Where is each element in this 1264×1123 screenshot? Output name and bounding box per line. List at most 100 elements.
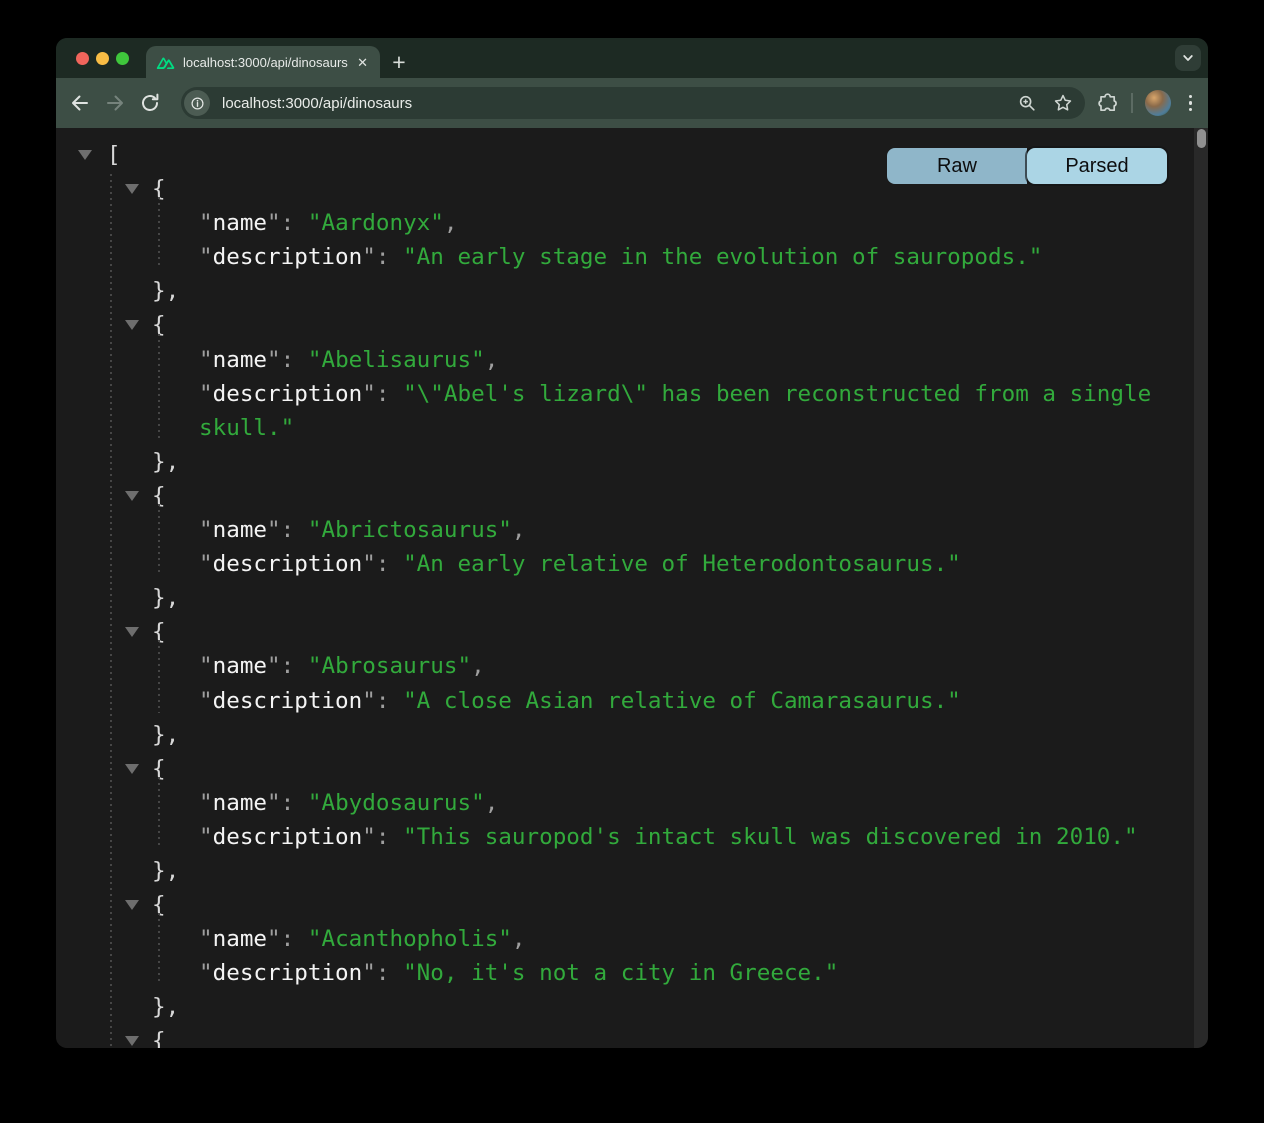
kebab-dot bbox=[1189, 95, 1193, 99]
toolbar-divider bbox=[1131, 93, 1133, 113]
json-token: : bbox=[281, 347, 308, 373]
json-token: : bbox=[281, 926, 308, 952]
tab-search-chevron-button[interactable] bbox=[1175, 45, 1201, 71]
json-token: : bbox=[376, 960, 403, 986]
json-token: " bbox=[267, 926, 281, 952]
browser-toolbar: localhost:3000/api/dinosaurs bbox=[56, 78, 1208, 128]
json-line: "description": "This sauropod's intact s… bbox=[56, 820, 1182, 854]
object-open-brace: { bbox=[152, 1028, 166, 1048]
raw-toggle-button[interactable]: Raw bbox=[887, 148, 1027, 184]
scrollbar-track[interactable] bbox=[1194, 128, 1208, 1048]
maximize-window-button[interactable] bbox=[116, 52, 129, 65]
tab-close-icon[interactable]: ✕ bbox=[355, 54, 370, 71]
json-line: { bbox=[56, 308, 1182, 342]
kebab-dot bbox=[1189, 108, 1193, 112]
json-token: , bbox=[485, 347, 499, 373]
collapse-triangle-icon[interactable] bbox=[125, 491, 139, 501]
browser-menu-button[interactable] bbox=[1185, 91, 1197, 116]
json-line: "name": "Abrosaurus", bbox=[56, 649, 1182, 683]
collapse-triangle-icon[interactable] bbox=[78, 150, 92, 160]
json-key: name bbox=[213, 517, 267, 543]
json-line: { bbox=[56, 479, 1182, 513]
json-object-body: "name": "Abrictosaurus","description": "… bbox=[56, 513, 1182, 581]
json-token: " bbox=[199, 381, 213, 407]
json-line: { bbox=[56, 752, 1182, 786]
extensions-button[interactable] bbox=[1097, 92, 1119, 114]
json-token: " bbox=[267, 347, 281, 373]
json-token: : bbox=[281, 210, 308, 236]
back-button[interactable] bbox=[68, 91, 92, 115]
collapse-triangle-icon[interactable] bbox=[125, 320, 139, 330]
json-line: "description": "An early stage in the ev… bbox=[56, 240, 1182, 274]
profile-avatar[interactable] bbox=[1145, 90, 1171, 116]
json-line: "description": "\"Abel's lizard\" has be… bbox=[56, 377, 1182, 445]
collapse-triangle-icon[interactable] bbox=[125, 900, 139, 910]
json-token: , bbox=[471, 653, 485, 679]
json-key: description bbox=[213, 244, 363, 270]
json-entry: {"name": "Abelisaurus","description": "\… bbox=[56, 308, 1182, 478]
json-token: : bbox=[376, 551, 403, 577]
json-key: description bbox=[213, 551, 363, 577]
kebab-dot bbox=[1189, 101, 1193, 105]
collapse-triangle-icon[interactable] bbox=[125, 627, 139, 637]
json-tree: [ { "name": "Aardonyx","description": "An … bbox=[56, 128, 1208, 1048]
tab-strip: localhost:3000/api/dinosaurs ✕ + bbox=[56, 38, 1208, 78]
json-token: " bbox=[199, 551, 213, 577]
json-token: : bbox=[376, 824, 403, 850]
collapse-triangle-icon[interactable] bbox=[125, 764, 139, 774]
toolbar-right-group bbox=[1097, 90, 1197, 116]
json-token: , bbox=[444, 210, 458, 236]
array-open-bracket: [ bbox=[107, 142, 121, 168]
browser-tab[interactable]: localhost:3000/api/dinosaurs ✕ bbox=[146, 46, 380, 78]
close-window-button[interactable] bbox=[76, 52, 89, 65]
zoom-level-button[interactable] bbox=[1017, 93, 1037, 113]
json-string-value: "Abydosaurus" bbox=[308, 790, 485, 816]
object-close-brace: }, bbox=[152, 994, 179, 1020]
json-token: " bbox=[267, 517, 281, 543]
json-line: "name": "Aardonyx", bbox=[56, 206, 1182, 240]
json-line: { bbox=[56, 615, 1182, 649]
new-tab-button[interactable]: + bbox=[383, 46, 415, 78]
json-token: : bbox=[281, 790, 308, 816]
json-token: " bbox=[199, 688, 213, 714]
json-entry: {"name": "Aardonyx","description": "An e… bbox=[56, 172, 1182, 308]
json-line: "description": "No, it's not a city in G… bbox=[56, 956, 1182, 990]
minimize-window-button[interactable] bbox=[96, 52, 109, 65]
forward-button[interactable] bbox=[103, 91, 127, 115]
json-key: name bbox=[213, 653, 267, 679]
parsed-toggle-button[interactable]: Parsed bbox=[1027, 148, 1167, 184]
object-close-brace: }, bbox=[152, 278, 179, 304]
chevron-down-icon bbox=[1181, 51, 1195, 65]
json-line: }, bbox=[56, 990, 1182, 1024]
json-key: name bbox=[213, 347, 267, 373]
json-key: description bbox=[213, 688, 363, 714]
json-line: "name": "Abelisaurus", bbox=[56, 343, 1182, 377]
json-line: "name": "Abrictosaurus", bbox=[56, 513, 1182, 547]
json-line: }, bbox=[56, 274, 1182, 308]
site-info-button[interactable] bbox=[184, 90, 210, 116]
collapse-triangle-icon[interactable] bbox=[125, 184, 139, 194]
json-token: " bbox=[199, 517, 213, 543]
json-string-value: "This sauropod's intact skull was discov… bbox=[403, 824, 1138, 850]
bookmark-star-button[interactable] bbox=[1053, 93, 1073, 113]
reload-button[interactable] bbox=[138, 91, 162, 115]
info-icon bbox=[189, 95, 206, 112]
json-token: " bbox=[362, 244, 376, 270]
json-key: name bbox=[213, 790, 267, 816]
address-bar[interactable]: localhost:3000/api/dinosaurs bbox=[181, 87, 1085, 119]
json-string-value: "Abrictosaurus" bbox=[308, 517, 512, 543]
json-token: " bbox=[199, 244, 213, 270]
json-line: "description": "A close Asian relative o… bbox=[56, 684, 1182, 718]
json-view-toggle: Raw Parsed bbox=[887, 148, 1167, 184]
json-key: description bbox=[213, 381, 363, 407]
star-icon bbox=[1053, 93, 1073, 113]
collapse-triangle-icon[interactable] bbox=[125, 1036, 139, 1046]
scrollbar-thumb[interactable] bbox=[1197, 129, 1206, 148]
json-token: : bbox=[376, 688, 403, 714]
json-line: "name": "Abydosaurus", bbox=[56, 786, 1182, 820]
object-close-brace: }, bbox=[152, 858, 179, 884]
json-token: " bbox=[267, 210, 281, 236]
magnifier-icon bbox=[1017, 93, 1037, 113]
tab-title: localhost:3000/api/dinosaurs bbox=[183, 55, 355, 70]
json-token: : bbox=[376, 381, 403, 407]
